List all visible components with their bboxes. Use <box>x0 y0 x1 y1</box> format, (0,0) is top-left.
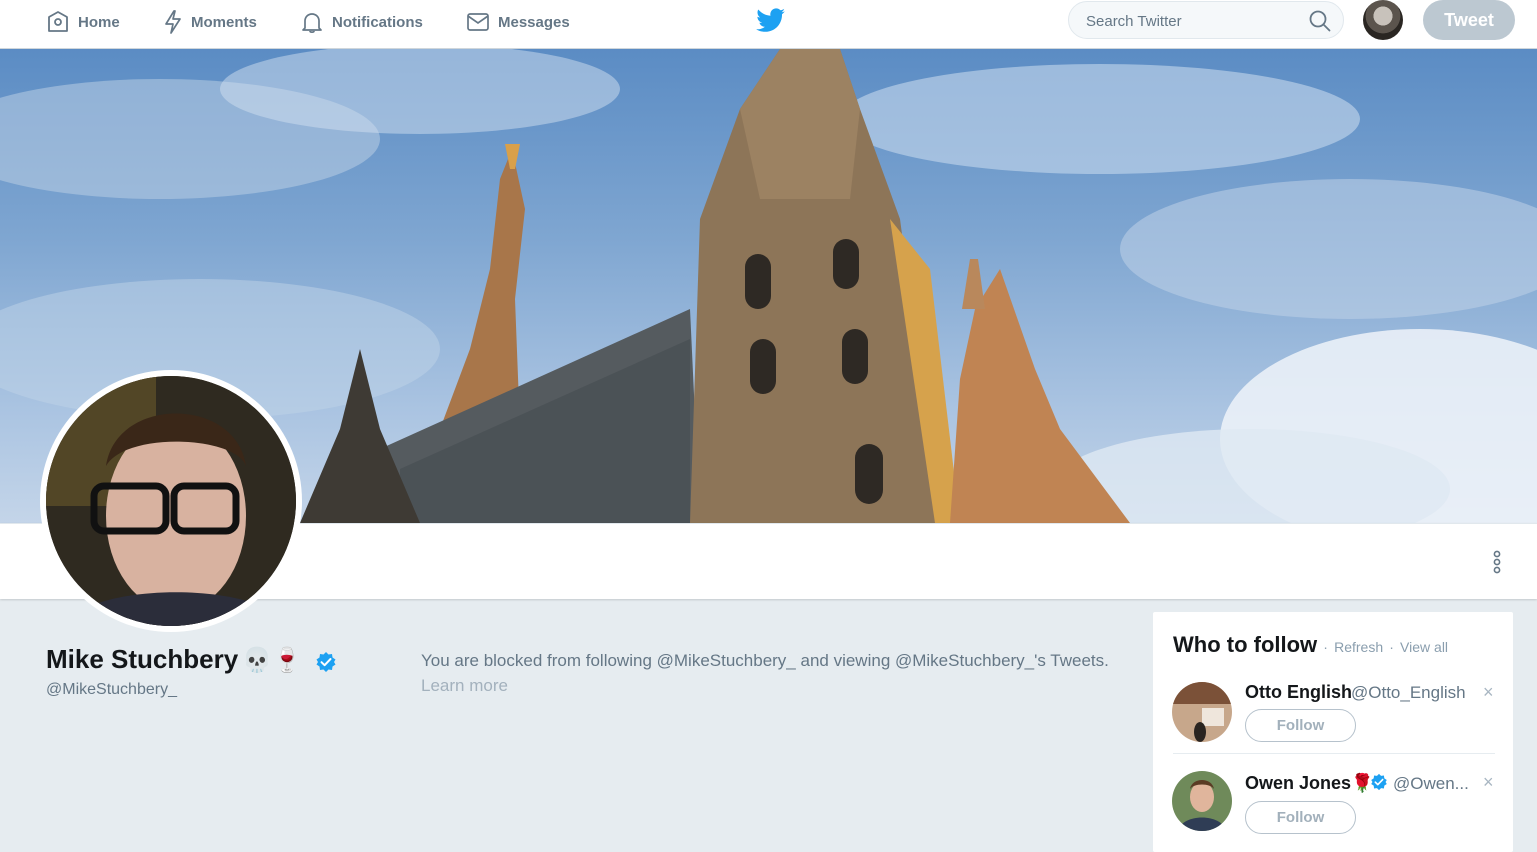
home-icon <box>48 11 68 32</box>
nav-notifications[interactable]: Notifications <box>300 0 423 44</box>
search-box[interactable] <box>1068 1 1344 40</box>
nav-moments[interactable]: Moments <box>163 0 257 44</box>
suggestion-name[interactable]: Otto English <box>1245 682 1352 703</box>
verified-badge-icon <box>316 652 336 672</box>
nav-home-label: Home <box>78 13 120 31</box>
suggestion-handle[interactable]: @Otto_English <box>1351 683 1466 703</box>
envelope-icon <box>467 13 489 31</box>
suggestion-name-text: Owen Jones <box>1245 773 1352 793</box>
nav-home[interactable]: Home <box>46 0 120 44</box>
nav-notifications-label: Notifications <box>332 13 423 31</box>
profile-name: Mike Stuchbery 💀🍷 <box>46 644 302 675</box>
nav-messages-label: Messages <box>498 13 570 31</box>
profile-name-emoji: 💀🍷 <box>242 647 302 674</box>
suggestion-handle[interactable]: @Owen... <box>1393 774 1469 794</box>
search-input[interactable] <box>1084 2 1308 40</box>
account-avatar[interactable] <box>1363 0 1403 40</box>
who-to-follow-panel: Who to follow · Refresh · View all Otto … <box>1153 612 1513 852</box>
search-icon[interactable] <box>1309 10 1331 32</box>
divider <box>1173 753 1495 754</box>
profile-photo <box>46 376 296 626</box>
verified-badge-icon <box>1371 773 1387 791</box>
follow-button[interactable]: Follow <box>1245 709 1356 742</box>
bell-icon <box>302 13 322 33</box>
tweet-button[interactable]: Tweet <box>1423 0 1515 40</box>
learn-more-link[interactable]: Learn more <box>421 676 508 696</box>
profile-handle: @MikeStuchbery_ <box>46 681 177 698</box>
lightning-icon <box>165 10 181 34</box>
profile-name-text: Mike Stuchbery <box>46 644 239 674</box>
suggestion-avatar[interactable] <box>1172 682 1232 742</box>
more-options-icon[interactable] <box>1488 549 1506 575</box>
dismiss-icon[interactable]: × <box>1483 772 1494 793</box>
view-all-link[interactable]: View all <box>1400 639 1448 655</box>
suggestion-name[interactable]: Owen Jones🌹 <box>1245 773 1373 794</box>
top-navigation-bar: Home Moments Notifications Messages Twee… <box>0 0 1537 49</box>
profile-avatar[interactable] <box>40 370 302 632</box>
separator-dot: · <box>1323 639 1328 655</box>
refresh-link[interactable]: Refresh <box>1334 639 1383 655</box>
dismiss-icon[interactable]: × <box>1483 682 1494 703</box>
who-to-follow-heading: Who to follow · Refresh · View all <box>1173 632 1448 658</box>
follow-button[interactable]: Follow <box>1245 801 1356 834</box>
separator-dot: · <box>1389 639 1394 655</box>
twitter-bird-icon[interactable] <box>756 8 786 34</box>
nav-messages[interactable]: Messages <box>466 0 570 44</box>
who-to-follow-title: Who to follow <box>1173 632 1318 657</box>
blocked-message: You are blocked from following @MikeStuc… <box>421 651 1109 670</box>
suggestion-avatar[interactable] <box>1172 771 1232 831</box>
nav-moments-label: Moments <box>191 13 257 31</box>
